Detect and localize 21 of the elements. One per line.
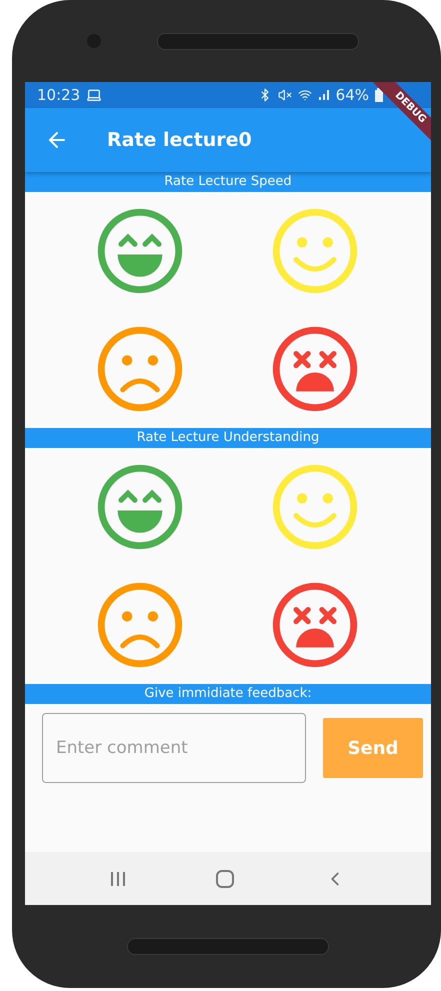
section-header: Give immidiate feedback:: [25, 684, 431, 704]
sad-face-icon[interactable]: [96, 582, 182, 668]
laughing-face-icon[interactable]: [96, 464, 182, 550]
recent-apps-icon[interactable]: [110, 870, 126, 886]
comment-field[interactable]: Enter comment: [42, 713, 306, 783]
sad-face-icon[interactable]: [96, 326, 182, 412]
dizzy-face-icon[interactable]: [272, 326, 358, 412]
dizzy-face-icon[interactable]: [272, 582, 358, 668]
section-header: Rate Lecture Speed: [25, 172, 431, 192]
laughing-face-icon[interactable]: [96, 208, 182, 294]
battery-percent: 64%: [336, 86, 369, 104]
section-header: Rate Lecture Understanding: [25, 428, 431, 448]
battery-icon: [375, 88, 383, 102]
laptop-icon: [86, 87, 102, 103]
send-button[interactable]: Send: [323, 718, 423, 778]
mute-icon: [278, 88, 292, 102]
wifi-icon: [298, 88, 312, 102]
page-title: Rate lecture0: [107, 129, 252, 151]
status-time: 10:23: [37, 86, 80, 104]
home-icon[interactable]: [216, 870, 234, 888]
signal-icon: [318, 89, 330, 101]
